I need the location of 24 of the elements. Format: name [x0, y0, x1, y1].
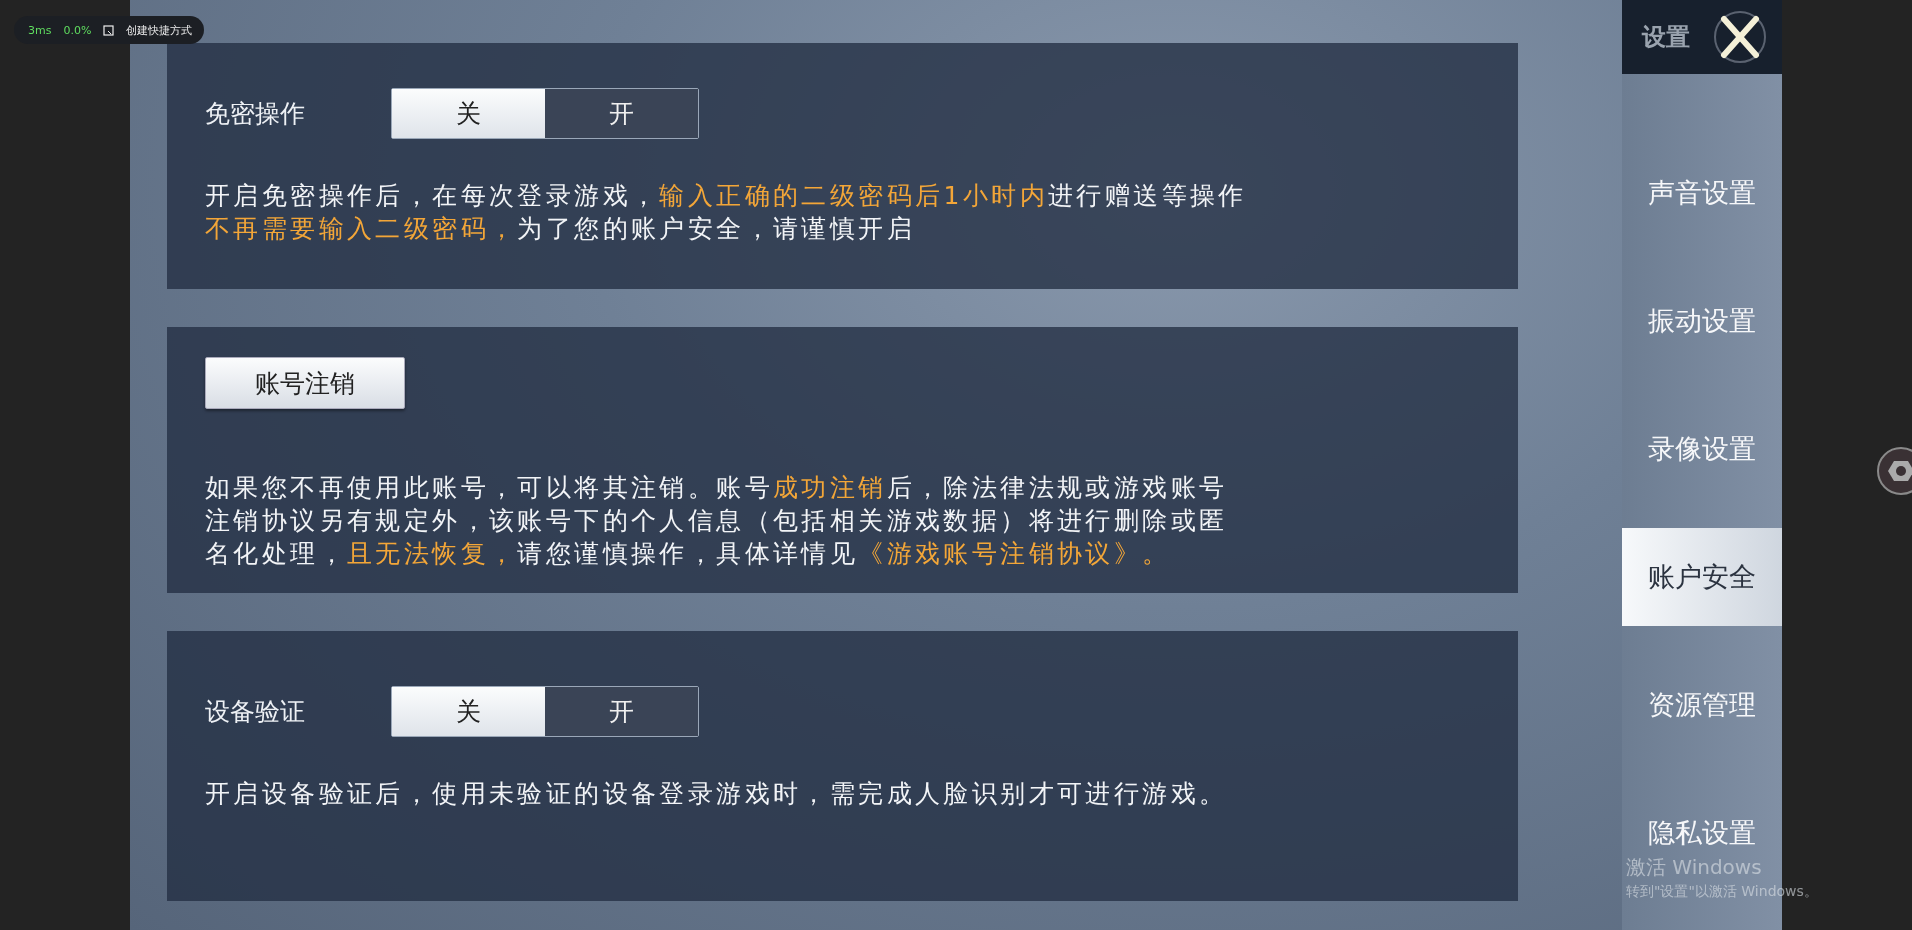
sidebar-tab[interactable]: 隐私设置 [1622, 811, 1782, 855]
latency-text: 3ms [28, 23, 52, 37]
toggle-option[interactable]: 关 [392, 89, 545, 138]
sidebar-tab[interactable]: 账户安全 [1622, 528, 1782, 626]
description-text: 开启免密操作后，在每次登录游戏，输入正确的二级密码后1小时内进行赠送等操作 不再需要输入二级密码，为了您的账户安全，请谨慎开启 [205, 180, 1248, 245]
sidebar-tab[interactable]: 录像设置 [1622, 427, 1782, 471]
sidebar-tab[interactable]: 振动设置 [1622, 299, 1782, 343]
cpu-text: 0.0% [63, 23, 92, 37]
cancel-account-button[interactable]: 账号注销 [205, 357, 405, 409]
toggle-option[interactable]: 开 [545, 89, 698, 138]
setting-label: 免密操作 [205, 98, 306, 130]
description-text: 开启设备验证后，使用未验证的设备登录游戏时，需完成人脸识别才可进行游戏。 [205, 778, 1229, 810]
toggle-option[interactable]: 关 [392, 687, 545, 736]
shortcut-text[interactable]: 创建快捷方式 [126, 22, 193, 38]
toggle-option[interactable]: 开 [545, 687, 698, 736]
activation-title: 激活 Windows [1626, 854, 1763, 881]
sidebar-tab[interactable]: 声音设置 [1622, 171, 1782, 215]
floating-hex-icon[interactable] [1876, 446, 1912, 496]
shortcut-icon[interactable] [103, 24, 115, 36]
setting-label: 设备验证 [205, 696, 306, 728]
sidebar-tab[interactable]: 资源管理 [1622, 683, 1782, 727]
description-text: 如果您不再使用此账号，可以将其注销。账号成功注销 后，除法律法规或游戏账号注销协议另有规定外，该账号下的个人信息（包括相关游戏数据）将进行删除或匿名化处理，且无法恢复，请您谨慎操作，具体详情见《游戏账号注销协议》。 [205, 472, 1229, 570]
close-icon[interactable] [1712, 9, 1768, 65]
sidebar-title: 设置 [1642, 22, 1690, 53]
